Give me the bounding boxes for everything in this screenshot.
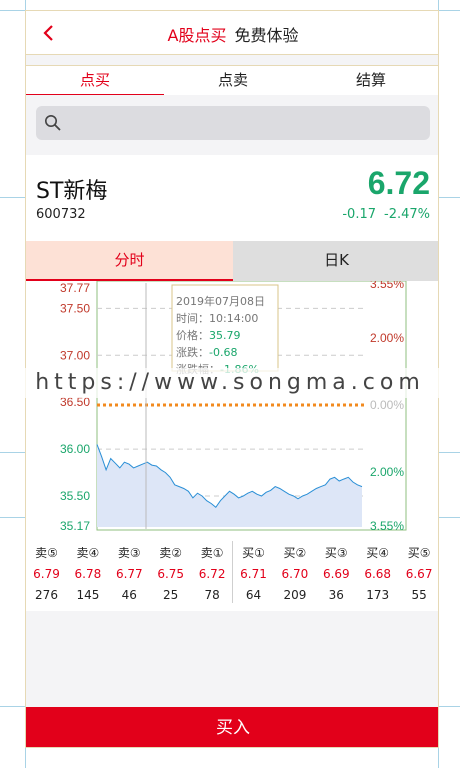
book-volume: 78	[204, 588, 220, 602]
buy-button[interactable]: 买入	[26, 707, 438, 747]
book-label: 买⑤	[407, 546, 431, 560]
tab-daily-k[interactable]: 日K	[233, 241, 438, 281]
book-price: 6.69	[322, 567, 350, 581]
y-tick-label: 35.50	[60, 489, 90, 503]
book-label: 卖①	[200, 546, 224, 560]
book-volume: 55	[411, 588, 427, 602]
book-volume: 173	[366, 588, 390, 602]
stock-price: 6.72	[367, 165, 430, 201]
book-volume: 64	[245, 588, 262, 602]
book-volume: 25	[163, 588, 179, 602]
stock-code: 600732	[36, 207, 86, 222]
book-price: 6.77	[115, 567, 143, 581]
order-book: 卖⑤ 6.79 276 卖④ 6.78 145 卖③ 6.77 46 卖② 6.75 25 卖① 6.72…	[26, 533, 438, 611]
book-price: 6.79	[33, 567, 60, 581]
book-volume: 209	[283, 588, 307, 602]
y-right-tick-label: 3.55%	[370, 519, 404, 533]
search-box[interactable]	[36, 106, 430, 140]
y-tick-label: 37.00	[60, 348, 90, 362]
book-price: 6.78	[74, 567, 102, 581]
book-label: 卖②	[159, 546, 183, 560]
y-tick-label: 36.00	[60, 442, 90, 456]
tooltip-change-label: 涨跌：	[176, 345, 209, 359]
book-price: 6.68	[364, 567, 392, 581]
tooltip-time: 时间：10:14:00	[176, 312, 258, 325]
tooltip-change: 涨跌：-0.68	[176, 345, 237, 359]
tab-settle[interactable]: 结算	[302, 66, 438, 96]
bid-level: 买③ 6.69 36	[316, 543, 357, 606]
intraday-chart[interactable]: 37.77 37.50 37.00 36.50 36.00 35.50 35.17 3.55%…	[26, 277, 438, 533]
change-value: -0.17	[342, 207, 376, 222]
book-label: 卖③	[117, 546, 141, 560]
bid-level: 买⑤ 6.67 55	[399, 543, 438, 606]
page-title: A股点买 免费体验	[26, 22, 438, 46]
change-percent: -2.47%	[384, 207, 430, 222]
y-tick-label: 37.77	[60, 281, 90, 295]
ask-level: 卖① 6.72 78	[192, 543, 233, 606]
bid-level: 买④ 6.68 173	[357, 543, 398, 606]
y-right-tick-label: 0.00%	[370, 398, 404, 412]
ask-level: 卖③ 6.77 46	[109, 543, 150, 606]
nav-header: A股点买 免费体验	[26, 11, 438, 55]
ask-level: 卖② 6.75 25	[150, 543, 191, 606]
chart-tabs: 分时 日K	[26, 241, 438, 281]
price-change: -0.17 -2.47%	[334, 207, 430, 222]
search-input[interactable]	[68, 110, 422, 136]
tooltip-date: 2019年07月08日	[176, 294, 265, 308]
book-price: 6.67	[405, 567, 433, 581]
trade-tabs: 点买 点卖 结算	[26, 65, 438, 96]
bid-level: 买② 6.70 209	[274, 543, 315, 606]
book-volume: 36	[328, 588, 344, 602]
book-label: 买②	[283, 546, 307, 560]
tooltip-change-value: -0.68	[209, 346, 237, 359]
search-icon	[45, 115, 61, 131]
stock-quote: ST新梅 600732 6.72 -0.17 -2.47%	[26, 155, 438, 241]
search-area	[26, 95, 438, 155]
book-label: 卖⑤	[35, 546, 58, 560]
book-label: 买④	[366, 546, 390, 560]
book-volume: 276	[35, 588, 58, 602]
tab-intraday[interactable]: 分时	[26, 241, 233, 281]
book-divider	[232, 541, 233, 603]
book-label: 买③	[324, 546, 348, 560]
y-right-tick-label: 3.55%	[370, 281, 404, 291]
tooltip-price-label: 价格：	[176, 328, 209, 342]
watermark-text: https://www.songma.com	[0, 368, 460, 398]
tooltip-time-value: 10:14:00	[209, 312, 258, 325]
book-price: 6.71	[240, 567, 267, 581]
ask-level: 卖⑤ 6.79 276	[26, 543, 67, 606]
book-label: 卖④	[76, 546, 100, 560]
tab-sell[interactable]: 点卖	[164, 66, 302, 96]
bid-level: 买① 6.71 64	[233, 543, 274, 606]
book-price: 6.70	[281, 567, 309, 581]
book-price: 6.72	[198, 567, 226, 581]
ask-level: 卖④ 6.78 145	[67, 543, 108, 606]
y-tick-label: 35.17	[60, 519, 90, 533]
stock-name: ST新梅	[36, 179, 108, 204]
book-label: 买①	[242, 546, 265, 560]
tooltip: 2019年07月08日 时间：10:14:00 价格：35.79 涨跌：-0.6…	[171, 284, 279, 376]
tab-buy[interactable]: 点买	[26, 66, 164, 96]
y-right-tick-label: 2.00%	[370, 465, 404, 479]
y-right-tick-label: 2.00%	[370, 331, 404, 345]
book-price: 6.75	[157, 567, 185, 581]
tooltip-price: 价格：35.79	[176, 328, 241, 342]
y-tick-label: 37.50	[60, 301, 90, 315]
tooltip-price-value: 35.79	[209, 329, 241, 342]
title-secondary: 免费体验	[234, 26, 299, 45]
chart-svg: 37.7737.5037.0036.5036.0035.5035.173.55%…	[60, 277, 407, 533]
book-volume: 46	[121, 588, 137, 602]
book-volume: 145	[76, 588, 100, 602]
title-primary: A股点买	[167, 26, 227, 45]
tooltip-time-label: 时间：	[176, 312, 209, 325]
